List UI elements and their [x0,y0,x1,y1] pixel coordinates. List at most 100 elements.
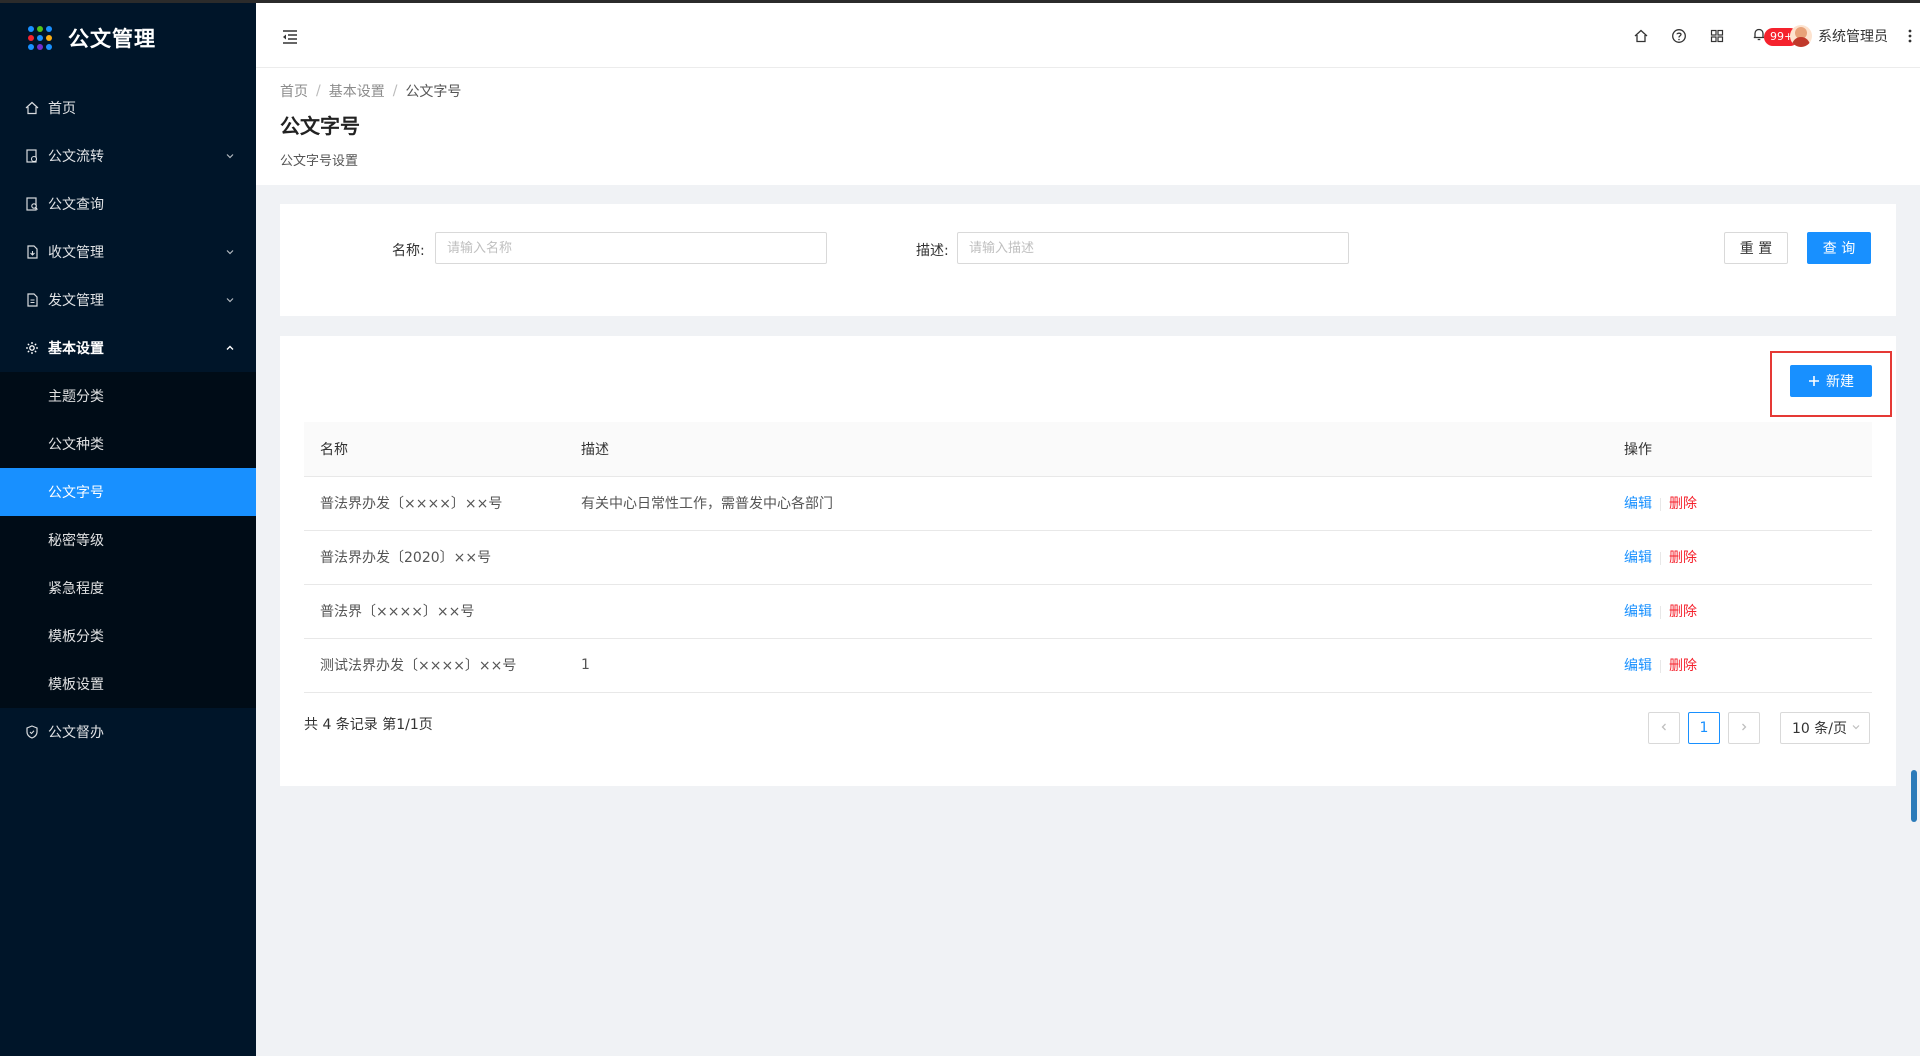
column-header-description: 描述 [565,422,1608,477]
sidebar-subitem-label: 紧急程度 [48,581,104,597]
home-icon[interactable] [1622,17,1660,55]
sidebar-item-basic-settings[interactable]: 基本设置 [0,324,256,372]
sidebar-subitem-label: 公文种类 [48,437,104,453]
new-button[interactable]: 新建 [1790,365,1872,397]
sidebar-submenu: 主题分类 公文种类 公文字号 秘密等级 紧急程度 模板分类 模板设置 [0,372,256,708]
menu-fold-icon[interactable] [280,27,300,47]
sidebar-item-document-search[interactable]: 公文查询 [0,180,256,228]
sidebar-item-label: 公文查询 [48,197,104,213]
chevron-down-icon [1851,720,1861,736]
name-field-label: 名称: [392,243,425,259]
username: 系统管理员 [1818,28,1888,45]
document-flow-icon [24,148,40,164]
reset-button[interactable]: 重 置 [1724,232,1788,264]
sidebar-item-incoming[interactable]: 收文管理 [0,228,256,276]
sidebar-subitem-label: 模板分类 [48,629,104,645]
prev-page-button[interactable] [1648,712,1680,744]
cell-actions: 编辑 删除 [1608,530,1872,585]
page-title: 公文字号 [280,114,360,138]
sidebar-subitem-template-settings[interactable]: 模板设置 [0,660,256,708]
notification-button[interactable]: 99+ [1740,17,1800,55]
table-row: 普法界办发〔××××〕××号 有关中心日常性工作，需普发中心各部门 编辑 删除 [304,476,1872,531]
table-header-row: 名称 描述 操作 [304,422,1872,477]
cell-actions: 编辑 删除 [1608,476,1872,531]
description-search-input[interactable] [957,232,1349,264]
sidebar-subitem-label: 模板设置 [48,677,104,693]
delete-link[interactable]: 删除 [1669,604,1697,620]
sidebar-subitem-secret-level[interactable]: 秘密等级 [0,516,256,564]
sidebar-item-label: 发文管理 [48,293,104,309]
sidebar-subitem-urgency[interactable]: 紧急程度 [0,564,256,612]
breadcrumb: 首页 / 基本设置 / 公文字号 [280,80,1896,102]
sidebar: 公文管理 首页 公文流转 公文查询 收文管理 发文管理 基本设置 主题分类 公文… [0,0,256,1056]
edit-link[interactable]: 编辑 [1624,604,1652,620]
sidebar-item-home[interactable]: 首页 [0,84,256,132]
delete-link[interactable]: 删除 [1669,658,1697,674]
sidebar-item-document-flow[interactable]: 公文流转 [0,132,256,180]
inbox-document-icon [24,244,40,260]
document-number-table: 名称 描述 操作 普法界办发〔××××〕××号 有关中心日常性工作，需普发中心各… [304,422,1872,693]
sidebar-menu: 首页 公文流转 公文查询 收文管理 发文管理 基本设置 主题分类 公文种类 公文… [0,84,256,756]
cell-description: 有关中心日常性工作，需普发中心各部门 [565,476,1608,531]
sidebar-subitem-document-number[interactable]: 公文字号 [0,468,256,516]
description-field-label: 描述: [916,243,949,259]
action-divider [1660,551,1661,565]
sidebar-item-supervision[interactable]: 公文督办 [0,708,256,756]
cell-actions: 编辑 删除 [1608,638,1872,693]
sidebar-item-label: 公文督办 [48,725,104,741]
page-description: 公文字号设置 [280,154,359,169]
sidebar-item-label: 收文管理 [48,245,104,261]
chevron-up-icon [224,342,236,354]
sidebar-submenu-container: 主题分类 公文种类 公文字号 秘密等级 紧急程度 模板分类 模板设置 [0,372,256,708]
page-number-button[interactable]: 1 [1688,712,1720,744]
chevron-down-icon [224,246,236,258]
edit-link[interactable]: 编辑 [1624,496,1652,512]
grid-apps-icon[interactable] [1698,17,1736,55]
next-page-button[interactable] [1728,712,1760,744]
breadcrumb-item-home[interactable]: 首页 [280,81,308,101]
breadcrumb-item-current: 公文字号 [405,84,462,100]
column-header-actions: 操作 [1608,422,1872,477]
sidebar-item-outgoing[interactable]: 发文管理 [0,276,256,324]
edit-link[interactable]: 编辑 [1624,550,1652,566]
sidebar-subitem-template-category[interactable]: 模板分类 [0,612,256,660]
delete-link[interactable]: 删除 [1669,550,1697,566]
sidebar-subitem-topic-category[interactable]: 主题分类 [0,372,256,420]
cell-description [565,530,1608,585]
action-divider [1660,497,1661,511]
delete-link[interactable]: 删除 [1669,496,1697,512]
chevron-right-icon [1739,720,1749,736]
gear-icon [24,340,40,356]
document-search-icon [24,196,40,212]
scrollbar-thumb[interactable] [1911,770,1917,822]
sidebar-subitem-document-type[interactable]: 公文种类 [0,420,256,468]
action-divider [1660,605,1661,619]
chevron-left-icon [1659,720,1669,736]
user-menu[interactable]: 系统管理员 [1790,24,1888,47]
name-search-input[interactable] [435,232,827,264]
table-card: 新建 名称 描述 操作 普法界办发〔××××〕××号 有关中心日常性工作，需普发… [280,336,1896,786]
cell-name: 普法界办发〔2020〕××号 [304,530,565,585]
page-size-select[interactable]: 10 条/页 [1780,712,1870,744]
app-logo[interactable]: 公文管理 [0,0,256,72]
search-form: 名称: 描述: 重 置 查 询 [280,204,1896,316]
query-button[interactable]: 查 询 [1807,232,1871,264]
page-size-value: 10 条/页 [1792,721,1847,737]
cell-name: 测试法界办发〔××××〕××号 [304,638,565,693]
chevron-down-icon [224,294,236,306]
top-header: 99+ 系统管理员 [256,0,1920,68]
breadcrumb-item-settings[interactable]: 基本设置 [329,81,385,101]
table-row: 普法界〔××××〕××号 编辑 删除 [304,584,1872,639]
help-icon[interactable] [1660,17,1698,55]
plus-icon [1808,375,1820,387]
table-row: 普法界办发〔2020〕××号 编辑 删除 [304,530,1872,585]
cell-description [565,584,1608,639]
cell-name: 普法界〔××××〕××号 [304,584,565,639]
avatar [1790,24,1812,47]
sidebar-item-label: 公文流转 [48,149,104,165]
cell-actions: 编辑 删除 [1608,584,1872,639]
edit-link[interactable]: 编辑 [1624,658,1652,674]
pagination: 1 10 条/页 [1648,712,1870,744]
sidebar-item-label: 基本设置 [48,341,104,357]
more-vertical-icon[interactable] [1902,17,1918,55]
